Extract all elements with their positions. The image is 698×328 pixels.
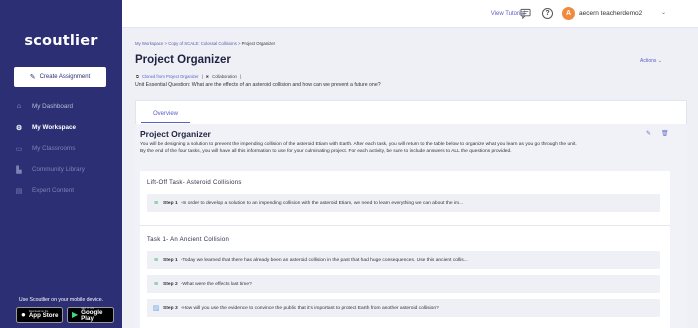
list-icon: ≡ <box>153 199 159 207</box>
logo-text: scoutlier <box>24 33 98 49</box>
main-content: My Workspace > Copy of SCALE: Colossal C… <box>122 28 688 328</box>
organizer-title: Project Organizer <box>140 129 211 139</box>
sidebar-item-label: Community Library <box>32 166 85 173</box>
meta-divider: | <box>201 74 203 79</box>
home-icon: ⌂ <box>16 103 22 110</box>
collaboration-label[interactable]: Collaboration <box>212 74 237 79</box>
step-label: Step 3 <box>163 305 178 311</box>
cloned-from-link[interactable]: Cloned from Project Organizer <box>142 74 199 79</box>
breadcrumb-current: Project Organizer <box>241 41 276 46</box>
step-row[interactable]: ▨ Step 3 -How will you use the evidence … <box>147 299 660 317</box>
sidebar-item-dashboard[interactable]: ⌂ My Dashboard <box>0 96 122 117</box>
step-text: -What were the effects last time? <box>180 281 252 287</box>
step-text: -In order to develop a solution to an im… <box>180 200 464 206</box>
meta-divider: | <box>239 74 241 79</box>
classroom-icon: ▭ <box>15 145 23 153</box>
collaboration-icon: ✖ <box>205 74 210 79</box>
mobile-promo-text: Use Scoutlier on your mobile device. <box>18 297 104 303</box>
divider <box>140 225 670 226</box>
step-row[interactable]: ≡ Step 2 -What were the effects last tim… <box>147 275 660 293</box>
sidebar-item-label: My Dashboard <box>32 103 73 110</box>
sidebar-nav: ⌂ My Dashboard ⚙ My Workspace ▭ My Class… <box>0 96 122 201</box>
step-row[interactable]: ≡ Step 1 -In order to develop a solution… <box>147 194 660 212</box>
tasks-card: Lift-Off Task- Asteroid Collisions ≡ Ste… <box>140 171 670 328</box>
delete-icon[interactable]: 🗑 <box>661 130 669 137</box>
sidebar-item-library[interactable]: ▙ Community Library <box>0 159 122 180</box>
apple-icon: ● <box>21 310 26 319</box>
username[interactable]: aecern teacherdemo2 <box>579 10 642 17</box>
essential-question: Unit Essential Question: What are the ef… <box>135 82 381 88</box>
section-title: Task 1- An Ancient Collision <box>147 237 230 243</box>
google-play-big: Google Play <box>81 309 103 323</box>
list-icon: ≡ <box>153 280 159 288</box>
library-icon: ▙ <box>16 166 22 174</box>
sidebar-item-workspace[interactable]: ⚙ My Workspace <box>0 117 122 138</box>
create-assignment-label: Create Assignment <box>39 74 91 80</box>
section-title: Lift-Off Task- Asteroid Collisions <box>147 180 242 186</box>
image-icon: ▨ <box>152 304 160 312</box>
app-store-big: App Store <box>28 312 59 320</box>
step-label: Step 2 <box>163 281 178 287</box>
google-play-badge[interactable]: ▶ GET IT ON Google Play <box>67 307 114 323</box>
organizer-description: You will be designing a solution to prev… <box>140 142 577 155</box>
tab-bar: Overview <box>135 100 687 124</box>
create-assignment-button[interactable]: ✎ Create Assignment <box>14 67 106 87</box>
step-text: -Today we learned that there has already… <box>180 257 468 263</box>
meta-line: ⧉ Cloned from Project Organizer | ✖ Coll… <box>136 74 241 79</box>
actions-label: Actions <box>640 58 657 64</box>
avatar[interactable]: A <box>562 7 575 20</box>
chat-icon[interactable] <box>520 8 531 19</box>
sidebar: scoutlier ✎ Create Assignment ⌂ My Dashb… <box>0 0 122 328</box>
edit-icon[interactable]: ✎ <box>646 130 651 137</box>
workspace-icon: ⚙ <box>15 124 23 132</box>
chevron-down-icon: ⌄ <box>657 58 662 64</box>
page-title: Project Organizer <box>135 54 231 66</box>
sidebar-item-label: My Workspace <box>32 124 76 131</box>
list-icon: ≡ <box>153 256 159 264</box>
actions-dropdown[interactable]: Actions ⌄ <box>640 58 662 64</box>
app-store-badge[interactable]: ● Download on the App Store <box>16 307 63 323</box>
sidebar-item-label: My Classrooms <box>32 145 76 152</box>
step-text: -How will you use the evidence to convin… <box>180 305 439 311</box>
breadcrumb-path[interactable]: My Workspace > Copy of SCALE: Colossal C… <box>135 41 242 46</box>
clone-icon: ⧉ <box>136 74 139 79</box>
scoutlier-logo[interactable]: scoutlier <box>0 33 122 49</box>
step-label: Step 1 <box>163 200 178 206</box>
breadcrumb: My Workspace > Copy of SCALE: Colossal C… <box>135 41 275 46</box>
project-organizer-panel: Project Organizer ✎ 🗑 You will be design… <box>135 124 687 328</box>
pencil-icon: ✎ <box>29 74 36 81</box>
top-bar: View Tutorial ? A aecern teacherdemo2 ⌄ <box>122 0 698 28</box>
sidebar-item-expert[interactable]: ▤ Expert Content <box>0 180 122 201</box>
chevron-down-icon[interactable]: ⌄ <box>661 9 666 16</box>
tab-overview[interactable]: Overview <box>141 106 191 123</box>
sidebar-item-classrooms[interactable]: ▭ My Classrooms <box>0 138 122 159</box>
store-badges: ● Download on the App Store ▶ GET IT ON … <box>16 307 114 323</box>
step-row[interactable]: ≡ Step 1 -Today we learned that there ha… <box>147 251 660 269</box>
expert-icon: ▤ <box>15 187 23 195</box>
play-icon: ▶ <box>72 310 79 319</box>
step-label: Step 1 <box>163 257 178 263</box>
sidebar-item-label: Expert Content <box>32 187 75 194</box>
help-icon[interactable]: ? <box>542 8 553 19</box>
